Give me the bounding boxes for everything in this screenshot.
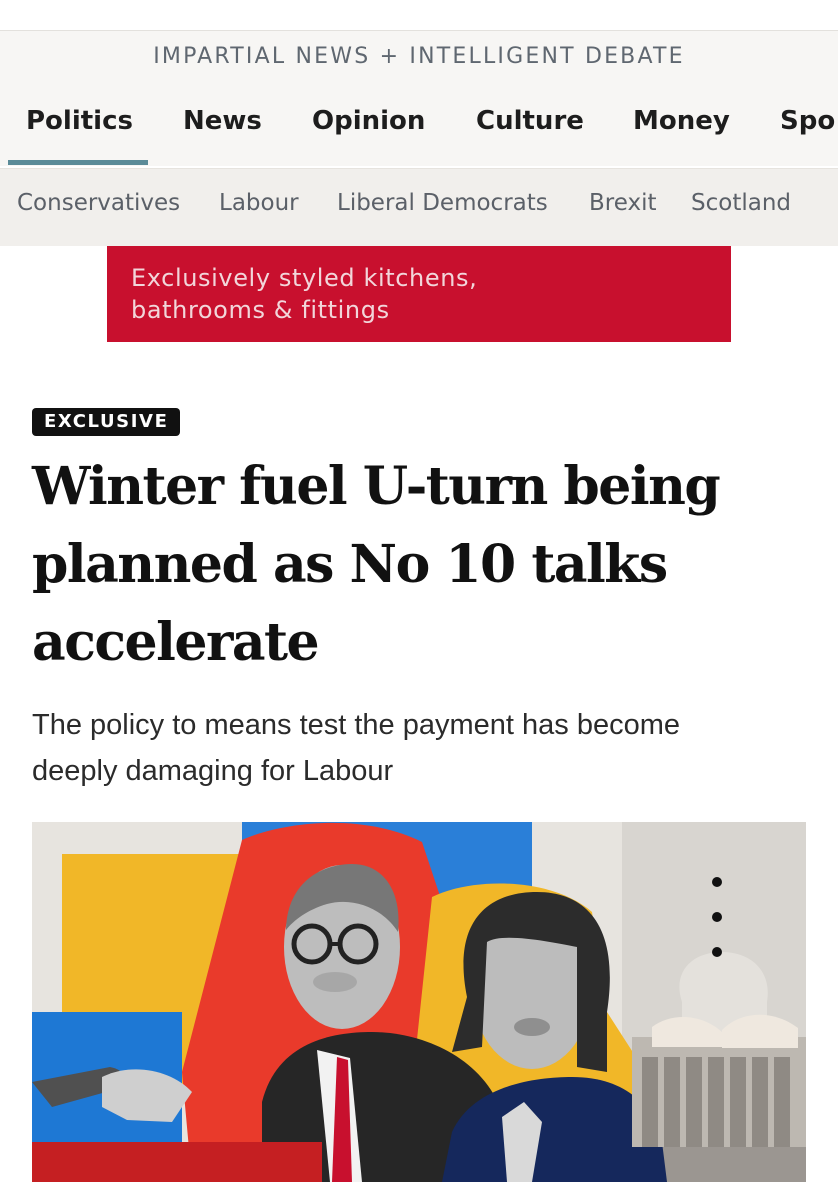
site-tagline: IMPARTIAL NEWS + INTELLIGENT DEBATE [153,44,685,69]
headline-line-3: accelerate [32,612,320,673]
bottom-spacer [0,1182,838,1200]
nav-item-politics[interactable]: Politics [26,106,133,136]
subnav-item-labour[interactable]: Labour [219,190,299,216]
standfirst-line-1: The policy to means test the payment has… [32,709,681,741]
headline-line-1: Winter fuel U-turn being [32,456,721,517]
nav-item-opinion[interactable]: Opinion [312,106,425,136]
primary-nav: Politics News Opinion Culture Money Spo [0,98,838,168]
subnav-item-brexit[interactable]: Brexit [589,190,657,216]
headline-line-2: planned as No 10 talks [32,534,668,595]
article-headline[interactable]: Winter fuel U-turn being planned as No 1… [32,448,812,682]
nav-item-news[interactable]: News [183,106,262,136]
subnav-item-scotland[interactable]: Scotland [691,190,791,216]
nav-item-sport[interactable]: Spo [780,106,835,136]
hero-illustration [32,822,806,1182]
subnav-item-conservatives[interactable]: Conservatives [17,190,180,216]
article-standfirst: The policy to means test the payment has… [32,702,792,794]
hero-image[interactable] [32,822,806,1182]
standfirst-line-2: deeply damaging for Labour [32,755,394,787]
nav-item-money[interactable]: Money [633,106,730,136]
nav-active-indicator [8,160,148,165]
top-strip [0,0,838,31]
ad-line-1: Exclusively styled kitchens, [131,264,478,292]
nav-item-culture[interactable]: Culture [476,106,584,136]
ad-line-2: bathrooms & fittings [131,296,390,324]
advertisement-text: Exclusively styled kitchens, bathrooms &… [131,262,691,326]
exclusive-badge: EXCLUSIVE [32,408,181,436]
subnav-item-liberal-democrats[interactable]: Liberal Democrats [337,190,548,216]
